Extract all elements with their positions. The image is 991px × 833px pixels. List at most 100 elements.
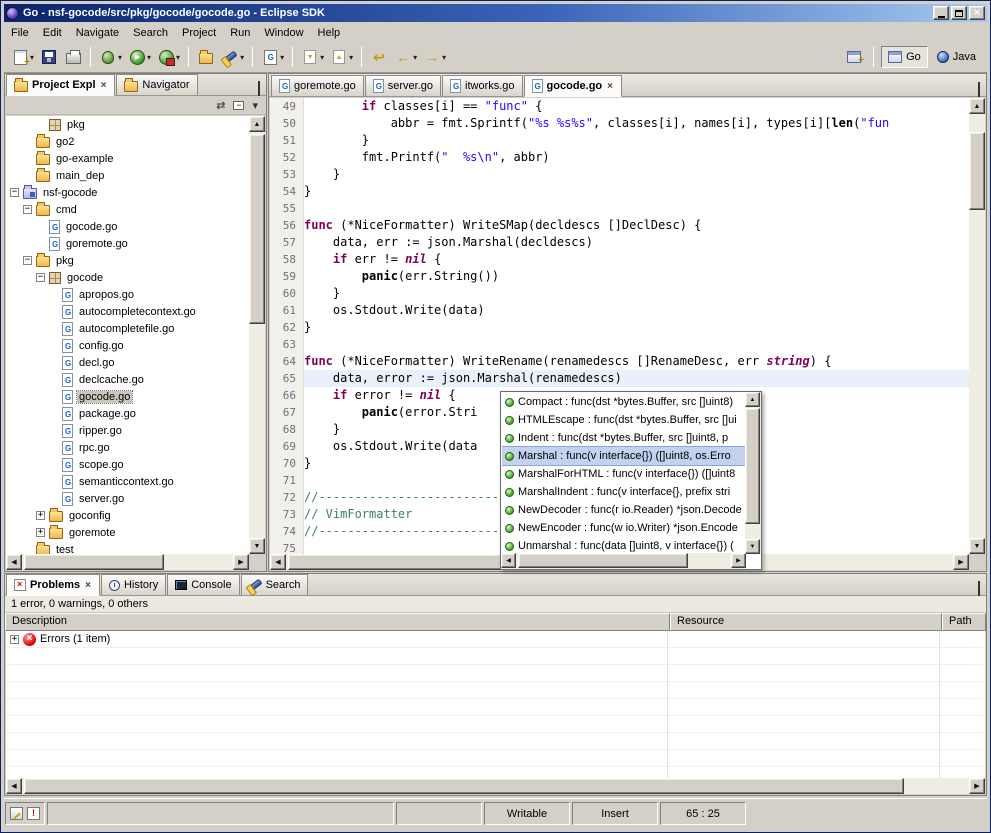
new-go-element-button[interactable]: ▾	[258, 45, 287, 69]
link-with-editor-button[interactable]: ⇄	[216, 99, 225, 112]
perspective-java-button[interactable]: Java	[930, 46, 983, 68]
tree-expander[interactable]: +	[36, 528, 45, 537]
menu-file[interactable]: File	[4, 25, 36, 41]
close-icon[interactable]: ×	[100, 80, 108, 91]
row-expander[interactable]: +	[10, 635, 19, 644]
save-button[interactable]	[37, 45, 61, 69]
code-line-63[interactable]: 63	[270, 336, 969, 353]
collapse-all-button[interactable]: −	[233, 101, 244, 110]
maximize-button[interactable]	[951, 6, 967, 20]
code-line-54[interactable]: 54}	[270, 183, 969, 200]
tab-console[interactable]: Console	[167, 574, 239, 595]
scroll-down-icon[interactable]: ▼	[249, 538, 265, 554]
editor-vertical-scrollbar[interactable]: ▲ ▼	[969, 98, 985, 554]
run-button[interactable]: ▾	[125, 45, 154, 69]
menu-search[interactable]: Search	[126, 25, 175, 41]
tree-item-goconfig[interactable]: +goconfig	[6, 507, 249, 524]
scrollbar-thumb[interactable]	[969, 132, 985, 210]
print-button[interactable]	[61, 45, 85, 69]
fast-view-icon[interactable]	[10, 807, 23, 820]
tree-item-scope-go[interactable]: scope.go	[6, 456, 249, 473]
editor-tab-goremote-go[interactable]: goremote.go	[271, 75, 364, 96]
code-line-56[interactable]: 56func (*NiceFormatter) WriteSMap(declde…	[270, 217, 969, 234]
completion-item[interactable]: Marshal : func(v interface{}) ([]uint8, …	[502, 447, 746, 465]
menu-window[interactable]: Window	[257, 25, 310, 41]
dropdown-arrow-icon[interactable]: ▾	[147, 53, 151, 62]
tree-item-test[interactable]: test	[6, 541, 249, 554]
perspective-go-button[interactable]: Go	[881, 46, 928, 68]
dropdown-arrow-icon[interactable]: ▾	[413, 53, 417, 62]
menu-navigate[interactable]: Navigate	[69, 25, 126, 41]
problems-row[interactable]: +Errors (1 item)	[6, 631, 985, 648]
tree-item-apropos-go[interactable]: apropos.go	[6, 286, 249, 303]
tree-item-go2[interactable]: go2	[6, 133, 249, 150]
scrollbar-thumb[interactable]	[249, 134, 265, 324]
titlebar[interactable]: Go - nsf-gocode/src/pkg/gocode/gocode.go…	[4, 4, 987, 22]
popup-horizontal-scrollbar[interactable]: ◀ ▶	[501, 553, 746, 569]
scrollbar-thumb[interactable]	[745, 408, 760, 524]
view-menu-button[interactable]: ▾	[252, 99, 258, 112]
tree-item-cmd[interactable]: −cmd	[6, 201, 249, 218]
menu-edit[interactable]: Edit	[36, 25, 69, 41]
code-line-51[interactable]: 51 }	[270, 132, 969, 149]
dropdown-arrow-icon[interactable]: ▾	[320, 53, 324, 62]
scroll-right-icon[interactable]: ▶	[731, 553, 746, 568]
scrollbar-thumb[interactable]	[518, 553, 688, 568]
scroll-up-icon[interactable]: ▲	[745, 392, 760, 407]
scroll-right-icon[interactable]: ▶	[969, 778, 985, 794]
tree-item-decl-go[interactable]: decl.go	[6, 354, 249, 371]
tree-item-gocode-go[interactable]: gocode.go	[6, 388, 249, 405]
explorer-vertical-scrollbar[interactable]: ▲ ▼	[249, 116, 265, 554]
tree-item-goremote-go[interactable]: goremote.go	[6, 235, 249, 252]
tree-item-main-dep[interactable]: main_dep	[6, 167, 249, 184]
tree-item-autocompletecontext-go[interactable]: autocompletecontext.go	[6, 303, 249, 320]
completion-item[interactable]: Unmarshal : func(data []uint8, v interfa…	[502, 537, 746, 554]
tab-project-expl[interactable]: Project Expl×	[6, 74, 115, 96]
code-line-55[interactable]: 55	[270, 200, 969, 217]
scrollbar-thumb[interactable]	[24, 554, 164, 570]
completion-item[interactable]: Indent : func(dst *bytes.Buffer, src []u…	[502, 429, 746, 447]
completion-item[interactable]: NewEncoder : func(w io.Writer) *json.Enc…	[502, 519, 746, 537]
tree-item-rpc-go[interactable]: rpc.go	[6, 439, 249, 456]
minimize-button[interactable]	[933, 6, 949, 20]
tab-problems[interactable]: Problems×	[6, 574, 100, 596]
tree-expander[interactable]: +	[36, 511, 45, 520]
completion-item[interactable]: HTMLEscape : func(dst *bytes.Buffer, src…	[502, 411, 746, 429]
completion-item[interactable]: NewDecoder : func(r io.Reader) *json.Dec…	[502, 501, 746, 519]
dropdown-arrow-icon[interactable]: ▾	[118, 53, 122, 62]
scroll-up-icon[interactable]: ▲	[969, 98, 985, 114]
tree-item-config-go[interactable]: config.go	[6, 337, 249, 354]
code-line-60[interactable]: 60 }	[270, 285, 969, 302]
explorer-horizontal-scrollbar[interactable]: ◀ ▶	[6, 554, 249, 570]
editor-tab-itworks-go[interactable]: itworks.go	[442, 75, 523, 96]
dropdown-arrow-icon[interactable]: ▾	[442, 53, 446, 62]
tree-item-declcache-go[interactable]: declcache.go	[6, 371, 249, 388]
code-line-62[interactable]: 62}	[270, 319, 969, 336]
back-button[interactable]: ▾	[391, 45, 420, 69]
menu-run[interactable]: Run	[223, 25, 257, 41]
tree-expander[interactable]: −	[23, 205, 32, 214]
external-tools-button[interactable]: ▾	[154, 45, 183, 69]
tree-item-pkg[interactable]: pkg	[6, 116, 249, 133]
close-icon[interactable]: ×	[606, 81, 614, 92]
maximize-view-button[interactable]	[258, 83, 260, 95]
completion-item[interactable]: MarshalForHTML : func(v interface{}) ([]…	[502, 465, 746, 483]
completion-item[interactable]: MarshalIndent : func(v interface{}, pref…	[502, 483, 746, 501]
tree-item-ripper-go[interactable]: ripper.go	[6, 422, 249, 439]
forward-button[interactable]: ▾	[420, 45, 449, 69]
tree-item-semanticcontext-go[interactable]: semanticcontext.go	[6, 473, 249, 490]
tree-item-gocode-go[interactable]: gocode.go	[6, 218, 249, 235]
code-line-52[interactable]: 52 fmt.Printf(" %s\n", abbr)	[270, 149, 969, 166]
previous-annotation-button[interactable]: ▾	[327, 45, 356, 69]
search-button[interactable]: ▾	[218, 45, 247, 69]
popup-vertical-scrollbar[interactable]: ▲ ▼	[745, 392, 761, 554]
debug-button[interactable]: ▾	[96, 45, 125, 69]
code-line-64[interactable]: 64func (*NiceFormatter) WriteRename(rena…	[270, 353, 969, 370]
tree-item-pkg[interactable]: −pkg	[6, 252, 249, 269]
menu-help[interactable]: Help	[311, 25, 348, 41]
column-header-description[interactable]: Description	[5, 613, 670, 631]
scroll-left-icon[interactable]: ◀	[6, 554, 22, 570]
open-resource-button[interactable]	[194, 45, 218, 69]
tree-item-go-example[interactable]: go-example	[6, 150, 249, 167]
last-edit-location-button[interactable]	[367, 45, 391, 69]
